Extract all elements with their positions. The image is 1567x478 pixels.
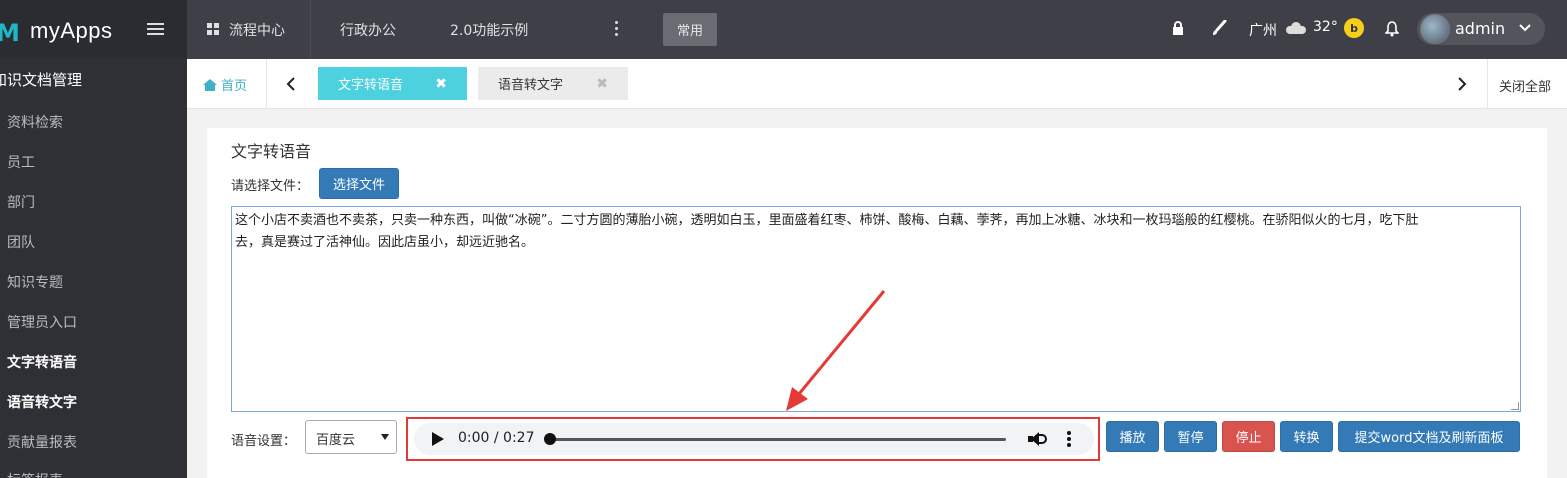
user-name: admin: [1455, 19, 1506, 38]
cloud-icon: [1286, 22, 1306, 34]
volume-icon[interactable]: [1028, 431, 1048, 447]
close-all-tabs-button[interactable]: 关闭全部: [1499, 76, 1551, 95]
text-input-area[interactable]: 这个小店不卖酒也不卖茶，只卖一种东西，叫做“冰碗”。二寸方圆的薄胎小碗，透明如白…: [231, 206, 1521, 412]
choose-file-button[interactable]: 选择文件: [319, 168, 399, 199]
close-icon[interactable]: ✖: [435, 76, 447, 92]
stop-button[interactable]: 停止: [1222, 421, 1275, 452]
bell-icon[interactable]: [1385, 21, 1399, 37]
avatar: [1420, 14, 1450, 44]
sidebar-item-text-to-speech[interactable]: 文字转语音: [7, 352, 77, 372]
chevron-left-icon[interactable]: [286, 77, 296, 91]
top-nav: 流程中心 行政办公 2.0功能示例 常用 广州 32° b admin: [187, 0, 1567, 59]
brand-bar: M myApps: [0, 0, 187, 59]
sidebar-item-department[interactable]: 部门: [7, 192, 35, 212]
play-button[interactable]: 播放: [1106, 421, 1159, 452]
weather-temperature: 32°: [1313, 19, 1338, 35]
tab-speech-to-text[interactable]: 语音转文字 ✖: [478, 67, 628, 100]
audio-progress-track[interactable]: [550, 438, 1006, 441]
nav-item-process-center[interactable]: 流程中心: [229, 20, 285, 40]
menu-toggle-icon[interactable]: [147, 23, 164, 37]
main-panel: 文字转语音 请选择文件： 选择文件 这个小店不卖酒也不卖茶，只卖一种东西，叫做“…: [207, 128, 1547, 478]
nav-item-feature-demo[interactable]: 2.0功能示例: [450, 20, 528, 40]
page-title: 文字转语音: [231, 142, 312, 161]
sidebar-section-title[interactable]: 知识文档管理: [0, 69, 82, 90]
text-line: 去，真是赛过了活神仙。因此店虽小，却远近驰名。: [235, 235, 535, 250]
tabs-divider: [1487, 59, 1488, 109]
sidebar-item-tag-report[interactable]: 标签报表: [7, 470, 63, 478]
audio-time: 0:00 / 0:27: [458, 430, 535, 446]
nav-common-button[interactable]: 常用: [663, 13, 717, 46]
tab-home[interactable]: 首页: [203, 75, 247, 94]
home-icon: [203, 78, 217, 91]
sidebar-item-speech-to-text[interactable]: 语音转文字: [7, 392, 77, 412]
brand-name: myApps: [30, 18, 113, 43]
sidebar-item-topics[interactable]: 知识专题: [7, 272, 63, 292]
file-label: 请选择文件：: [231, 179, 310, 194]
user-menu[interactable]: admin: [1417, 13, 1545, 45]
chevron-right-icon[interactable]: [1457, 77, 1467, 91]
more-vertical-icon[interactable]: [615, 21, 619, 37]
sidebar-item-admin[interactable]: 管理员入口: [7, 312, 77, 332]
tabs-divider: [266, 59, 267, 109]
sidebar-item-contribution-report[interactable]: 贡献量报表: [7, 432, 77, 452]
voice-engine-select[interactable]: 百度云: [305, 420, 397, 454]
chevron-down-icon: [381, 434, 389, 440]
weather-badge-icon: b: [1344, 18, 1364, 38]
submit-word-button[interactable]: 提交word文档及刷新面板: [1338, 421, 1520, 452]
tab-label: 文字转语音: [338, 78, 404, 93]
brand-logo-icon: M: [0, 19, 20, 47]
tab-label: 语音转文字: [498, 78, 564, 93]
voice-engine-value: 百度云: [316, 433, 356, 448]
pause-button[interactable]: 暂停: [1164, 421, 1217, 452]
tab-home-label: 首页: [221, 79, 248, 94]
text-line: 这个小店不卖酒也不卖茶，只卖一种东西，叫做“冰碗”。二寸方圆的薄胎小碗，透明如白…: [235, 213, 1419, 228]
weather-city: 广州: [1249, 23, 1277, 39]
sidebar-item-search[interactable]: 资料检索: [7, 112, 63, 132]
play-icon[interactable]: [432, 432, 444, 446]
audio-highlight-box: 0:00 / 0:27: [406, 417, 1100, 461]
nav-divider: [310, 0, 311, 59]
audio-player[interactable]: 0:00 / 0:27: [414, 423, 1094, 455]
tabs-bar: 首页 文字转语音 ✖ 语音转文字 ✖ 关闭全部: [187, 59, 1567, 109]
audio-progress-thumb[interactable]: [544, 433, 556, 445]
brush-icon[interactable]: [1211, 20, 1227, 36]
voice-settings-label: 语音设置：: [231, 434, 297, 449]
sidebar: M myApps 知识文档管理 资料检索 员工 部门 团队 知识专题 管理员入口…: [0, 0, 187, 478]
sidebar-item-staff[interactable]: 员工: [7, 152, 35, 172]
grid-icon: [207, 23, 219, 35]
convert-button[interactable]: 转换: [1280, 421, 1333, 452]
resize-handle[interactable]: [1511, 402, 1519, 410]
chevron-down-icon: [1519, 24, 1531, 32]
tab-text-to-speech[interactable]: 文字转语音 ✖: [318, 67, 467, 100]
sidebar-item-team[interactable]: 团队: [7, 232, 35, 252]
nav-item-admin-office[interactable]: 行政办公: [340, 20, 396, 40]
lock-icon[interactable]: [1172, 21, 1184, 36]
close-icon[interactable]: ✖: [596, 76, 608, 92]
more-icon[interactable]: [1067, 431, 1071, 447]
